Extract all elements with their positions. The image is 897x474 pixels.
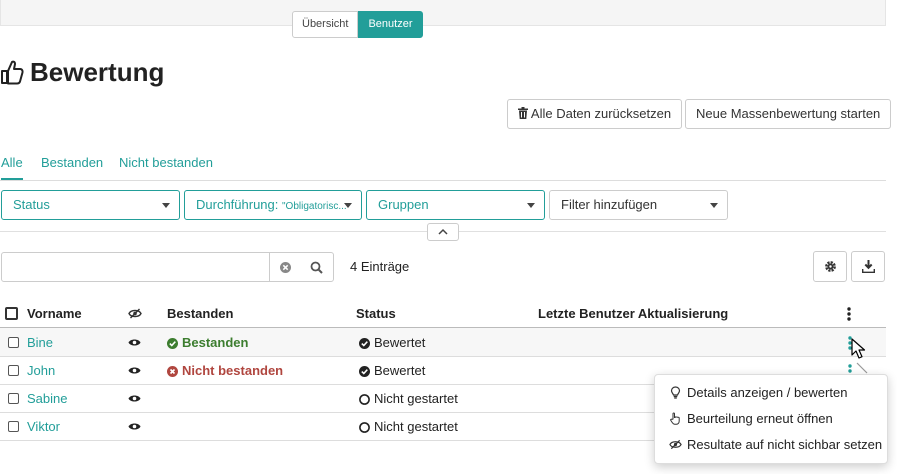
status-label: Bewertet <box>374 335 426 350</box>
row-divider <box>0 356 886 357</box>
eye-icon <box>128 423 141 430</box>
menu-item-details[interactable]: Details anzeigen / bewerten <box>669 385 847 400</box>
chevron-down-icon <box>710 203 718 208</box>
thumbs-up-icon <box>1 60 24 85</box>
menu-details-label: Details anzeigen / bewerten <box>687 385 848 400</box>
failed-badge: Nicht bestanden <box>167 363 283 378</box>
clear-icon[interactable] <box>279 261 292 274</box>
chevron-down-icon <box>344 203 352 208</box>
chevron-up-icon <box>438 228 448 235</box>
check-circle-icon <box>359 338 370 349</box>
table-settings-button[interactable] <box>813 251 847 282</box>
eye-slash-icon <box>669 439 682 450</box>
circle-outline-icon <box>359 422 370 433</box>
groups-filter[interactable]: Gruppen <box>366 190 545 220</box>
status-label: Nicht gestartet <box>374 391 458 406</box>
times-circle-icon <box>167 366 178 377</box>
reset-all-label: Alle Daten zurücksetzen <box>530 106 672 121</box>
search-input[interactable] <box>1 252 270 282</box>
column-status[interactable]: Status <box>356 306 396 321</box>
export-button[interactable] <box>851 251 885 282</box>
execution-filter-label: Durchführung: <box>196 197 282 212</box>
status-cell: Nicht gestartet <box>359 419 458 434</box>
firstname-link[interactable]: Viktor <box>27 419 60 434</box>
firstname-link[interactable]: Bine <box>27 335 53 350</box>
filter-tabs: Alle Bestanden Nicht bestanden <box>0 155 886 181</box>
row-checkbox[interactable] <box>8 393 19 404</box>
tab-users[interactable]: Benutzer <box>358 11 423 38</box>
status-label: Nicht gestartet <box>374 419 458 434</box>
lightbulb-icon <box>670 386 681 399</box>
failed-label: Nicht bestanden <box>182 363 284 378</box>
check-circle-icon <box>359 366 370 377</box>
mass-assessment-button[interactable]: Neue Massenbewertung starten <box>685 99 892 129</box>
status-filter[interactable]: Status <box>1 190 180 220</box>
menu-hide-results-label: Resultate auf nicht sichbar setzen <box>687 437 883 452</box>
status-filter-label: Status <box>13 197 50 212</box>
add-filter-dropdown[interactable]: Filter hinzufügen <box>549 190 728 220</box>
slash-glyph-icon <box>856 362 868 374</box>
column-passed[interactable]: Bestanden <box>167 306 233 321</box>
add-filter-label: Filter hinzufügen <box>561 197 658 212</box>
eye-slash-icon <box>128 308 142 319</box>
eye-icon <box>128 339 141 346</box>
tab-all[interactable]: Alle <box>1 155 23 180</box>
execution-filter-value: "Obligatorisc... <box>282 201 347 212</box>
tab-overview[interactable]: Übersicht <box>292 11 359 38</box>
collapse-filters-button[interactable] <box>427 223 459 241</box>
status-cell: Nicht gestartet <box>359 391 458 406</box>
page-title: Bewertung <box>30 56 165 87</box>
firstname-link[interactable]: John <box>27 363 55 378</box>
eye-icon <box>128 367 141 374</box>
hand-pointer-icon <box>670 412 680 425</box>
menu-reopen-label: Beurteilung erneut öffnen <box>687 411 833 426</box>
select-all-checkbox[interactable] <box>5 307 18 320</box>
search-tools <box>269 252 334 282</box>
passed-label: Bestanden <box>182 335 249 350</box>
view-switch: Übersicht Benutzer <box>292 11 423 38</box>
reset-all-button[interactable]: Alle Daten zurücksetzen <box>507 99 683 129</box>
check-circle-icon <box>167 338 178 349</box>
tab-failed[interactable]: Nicht bestanden <box>119 155 213 171</box>
status-cell: Bewertet <box>359 363 425 378</box>
menu-item-reopen[interactable]: Beurteilung erneut öffnen <box>669 411 833 426</box>
circle-outline-icon <box>359 394 370 405</box>
row-checkbox[interactable] <box>8 337 19 348</box>
top-toolbar <box>0 0 886 26</box>
mass-assessment-label: Neue Massenbewertung starten <box>696 106 881 121</box>
row-checkbox[interactable] <box>8 421 19 432</box>
chevron-down-icon <box>527 203 535 208</box>
more-vertical-icon[interactable] <box>847 307 851 321</box>
entries-count: 4 Einträge <box>350 259 410 274</box>
gear-icon <box>825 261 836 272</box>
mouse-cursor-icon <box>851 338 866 359</box>
groups-filter-label: Gruppen <box>378 197 429 212</box>
eye-icon <box>128 395 141 402</box>
execution-filter[interactable]: Durchführung: "Obligatorisc... <box>184 190 362 220</box>
row-context-menu: Details anzeigen / bewerten Beurteilung … <box>654 374 888 464</box>
page-header: Bewertung <box>0 54 164 90</box>
tab-passed[interactable]: Bestanden <box>41 155 103 171</box>
passed-badge: Bestanden <box>167 335 248 350</box>
column-last-update[interactable]: Letzte Benutzer Aktualisierung <box>538 306 728 321</box>
menu-item-hide-results[interactable]: Resultate auf nicht sichbar setzen <box>669 437 882 452</box>
column-firstname[interactable]: Vorname <box>27 306 82 321</box>
search-icon[interactable] <box>310 261 323 274</box>
download-icon <box>862 260 875 273</box>
status-cell: Bewertet <box>359 335 425 350</box>
chevron-down-icon <box>162 203 170 208</box>
row-checkbox[interactable] <box>8 365 19 376</box>
firstname-link[interactable]: Sabine <box>27 391 67 406</box>
status-label: Bewertet <box>374 363 426 378</box>
trash-icon <box>518 107 528 119</box>
